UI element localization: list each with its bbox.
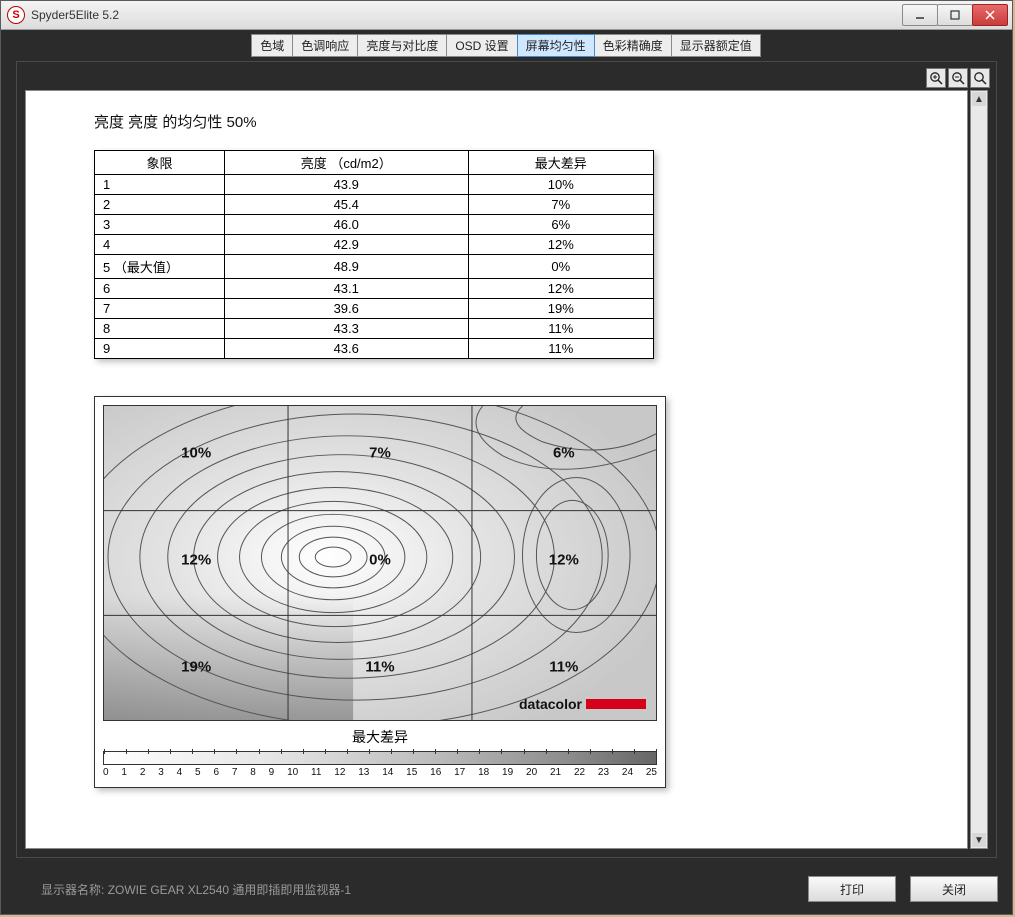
cell-5-label: 0% (350, 551, 410, 568)
window-controls (903, 4, 1008, 26)
table-row: 346.06% (95, 215, 654, 235)
brand-logo: datacolor (519, 696, 646, 712)
footer: 显示器名称: ZOWIE GEAR XL2540 通用即插即用监视器-1 打印 … (1, 864, 1012, 914)
app-icon: S (7, 6, 25, 24)
cell-2-label: 7% (350, 445, 410, 462)
tab-tone-response[interactable]: 色调响应 (292, 34, 358, 57)
table-row: 442.912% (95, 235, 654, 255)
th-quadrant: 象限 (95, 151, 225, 175)
tab-color-accuracy[interactable]: 色彩精确度 (594, 34, 672, 57)
zoom-out-icon[interactable] (948, 68, 968, 88)
tab-brightness-contrast[interactable]: 亮度与对比度 (357, 34, 447, 57)
cell-1-label: 10% (166, 445, 226, 462)
legend-labels: 0123456789101112131415161718192021222324… (103, 767, 657, 778)
print-button[interactable]: 打印 (808, 876, 896, 902)
legend-title: 最大差异 (103, 727, 657, 747)
close-footer-button[interactable]: 关闭 (910, 876, 998, 902)
tabstrip: 色域 色调响应 亮度与对比度 OSD 设置 屏幕均匀性 色彩精确度 显示器额定值 (1, 30, 1012, 57)
scroll-up-arrow-icon[interactable]: ▲ (972, 92, 986, 106)
table-row: 739.619% (95, 299, 654, 319)
uniformity-table: 象限 亮度 （cd/m2） 最大差异 143.910%245.47%346.06… (94, 150, 654, 359)
table-row: 943.611% (95, 339, 654, 359)
vertical-scrollbar[interactable]: ▲ ▼ (970, 90, 988, 849)
uniformity-table-wrap: 象限 亮度 （cd/m2） 最大差异 143.910%245.47%346.06… (94, 150, 654, 359)
footer-monitor-label: 显示器名称: (41, 881, 104, 898)
minimize-button[interactable] (902, 4, 938, 26)
uniformity-diagram: 10% 7% 6% 12% 0% 12% 19% 11% 11% datacol… (94, 396, 666, 788)
uniformity-grid: 10% 7% 6% 12% 0% 12% 19% 11% 11% datacol… (103, 405, 657, 721)
legend-bar: 0123456789101112131415161718192021222324… (103, 751, 657, 779)
tab-screen-uniformity[interactable]: 屏幕均匀性 (517, 34, 595, 57)
tab-osd-settings[interactable]: OSD 设置 (446, 34, 517, 57)
tab-gamut[interactable]: 色域 (251, 34, 293, 57)
cell-6-label: 12% (534, 551, 594, 568)
close-button[interactable] (972, 4, 1008, 26)
window-title: Spyder5Elite 5.2 (31, 8, 119, 22)
footer-monitor-name: ZOWIE GEAR XL2540 通用即插即用监视器-1 (108, 881, 351, 898)
table-row: 5 （最大值）48.90% (95, 255, 654, 279)
cell-7-label: 19% (166, 658, 226, 675)
scroll-down-arrow-icon[interactable]: ▼ (972, 833, 986, 847)
zoom-tools (926, 68, 990, 88)
th-maxdiff: 最大差异 (468, 151, 653, 175)
brand-bar-icon (586, 699, 646, 709)
table-row: 245.47% (95, 195, 654, 215)
zoom-in-icon[interactable] (926, 68, 946, 88)
th-luminance: 亮度 （cd/m2） (224, 151, 468, 175)
table-header-row: 象限 亮度 （cd/m2） 最大差异 (95, 151, 654, 175)
cell-3-label: 6% (534, 445, 594, 462)
app-window: S Spyder5Elite 5.2 色域 色调响应 亮度与对比度 OSD 设置… (0, 0, 1013, 915)
tab-monitor-rating[interactable]: 显示器额定值 (671, 34, 761, 57)
maximize-button[interactable] (937, 4, 973, 26)
brand-text: datacolor (519, 696, 582, 712)
cell-4-label: 12% (166, 551, 226, 568)
report-page: 亮度 亮度 的均匀性 50% 象限 亮度 （cd/m2） 最大差异 143.91… (25, 90, 968, 849)
cell-9-label: 11% (534, 658, 594, 675)
table-row: 843.311% (95, 319, 654, 339)
content-frame: ▲ ▼ 亮度 亮度 的均匀性 50% 象限 亮度 （cd/m2） 最大差异 14… (16, 61, 997, 858)
zoom-fit-icon[interactable] (970, 68, 990, 88)
table-row: 143.910% (95, 175, 654, 195)
table-row: 643.112% (95, 279, 654, 299)
titlebar: S Spyder5Elite 5.2 (1, 1, 1012, 30)
legend-gradient (103, 751, 657, 765)
page-title: 亮度 亮度 的均匀性 50% (94, 111, 945, 132)
cell-8-label: 11% (350, 658, 410, 675)
